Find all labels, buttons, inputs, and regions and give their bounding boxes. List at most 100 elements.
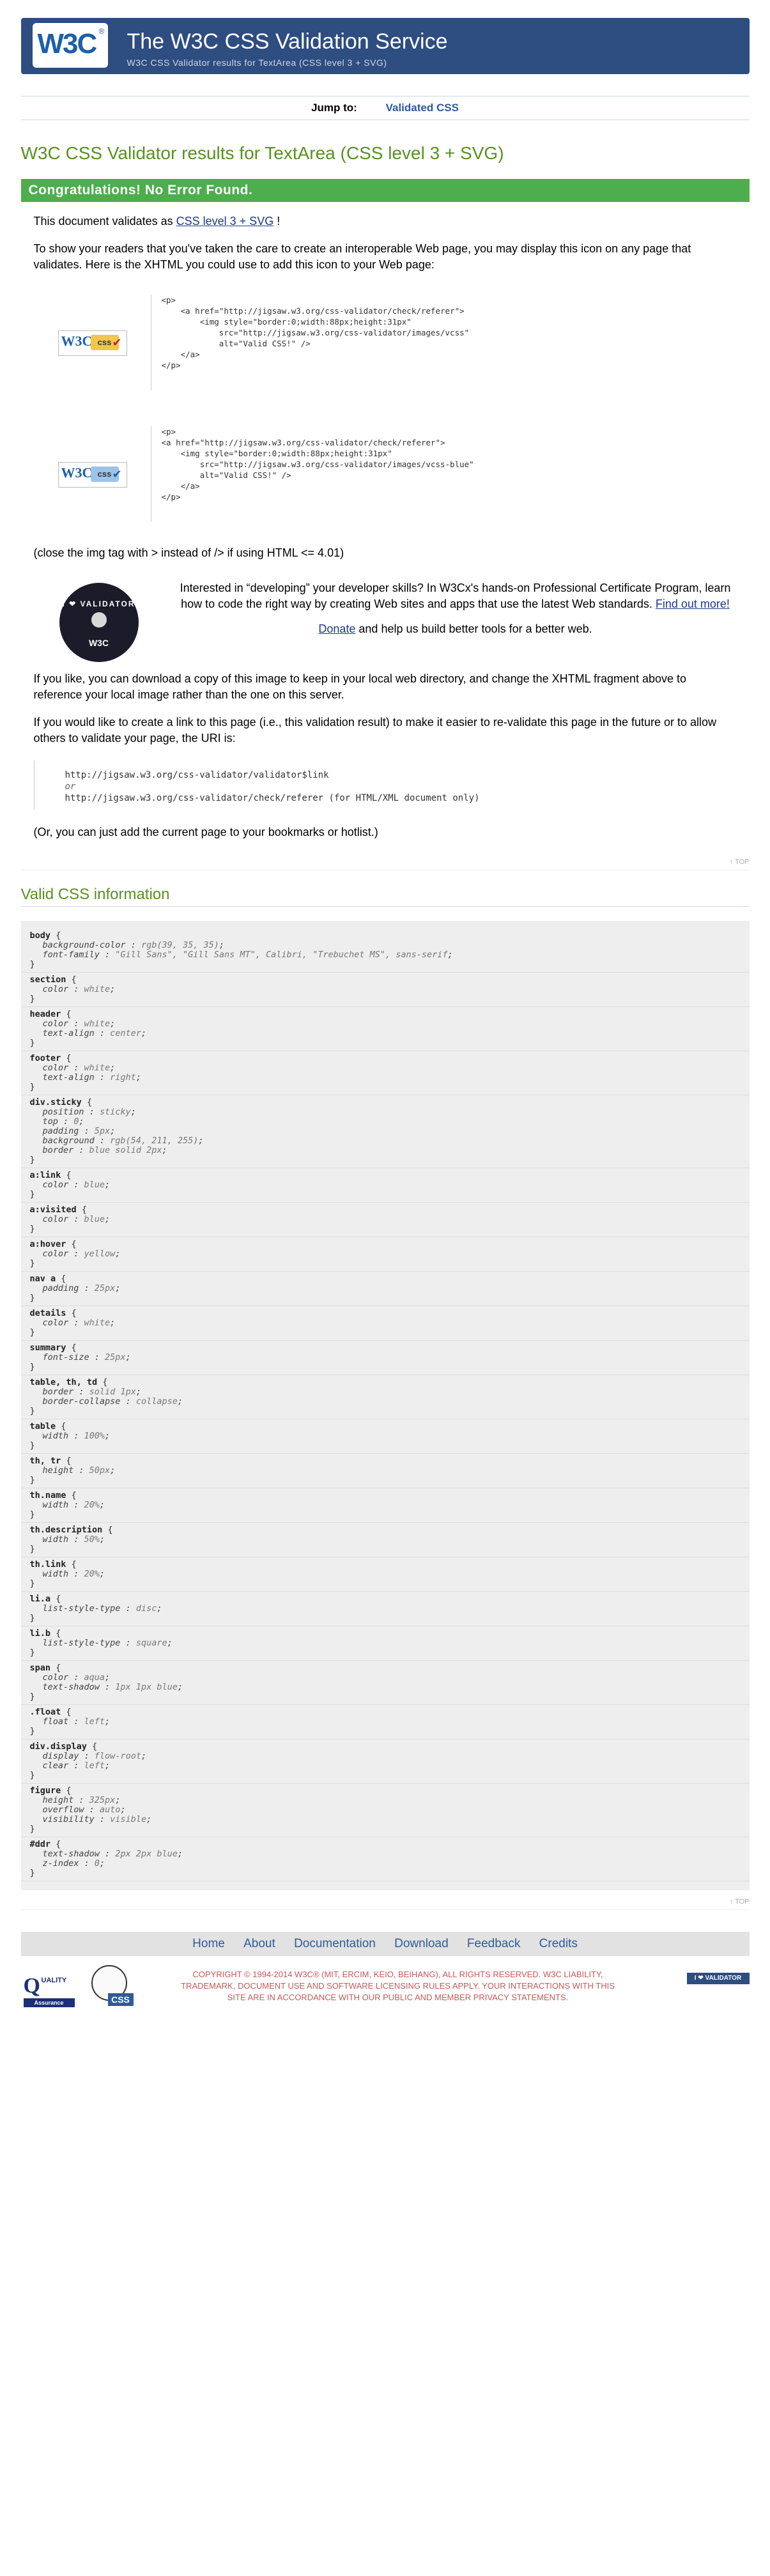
css-property: color xyxy=(42,1180,69,1190)
promo-body: Interested in “developing” your develope… xyxy=(180,582,731,610)
validates-pre: This document validates as xyxy=(33,215,176,228)
css-rule: .float {float : left;} xyxy=(20,1705,750,1739)
badge-example-gold: W3C css ✔ <p> <a href="http://jigsaw.w3.… xyxy=(34,295,750,390)
css-selector: section xyxy=(29,975,66,985)
css-declaration: width : 20%; xyxy=(42,1569,105,1579)
css-selector: #ddr xyxy=(29,1839,51,1849)
css-value: visible xyxy=(110,1814,147,1824)
css-rule: details {color : white;} xyxy=(20,1306,750,1341)
css-property: text-align xyxy=(42,1072,95,1083)
css-value: 50px xyxy=(89,1465,111,1476)
css-declaration: top : 0; xyxy=(42,1116,84,1127)
w3c-logo[interactable]: W3C ® xyxy=(32,23,108,68)
css-declaration: padding : 25px; xyxy=(42,1283,121,1293)
css-value: rgb(54, 211, 255) xyxy=(110,1136,199,1146)
uri-validator[interactable]: http://jigsaw.w3.org/css-validator/valid… xyxy=(65,769,737,781)
css-selector: th, tr xyxy=(29,1456,61,1466)
css-value: left xyxy=(84,1761,105,1771)
jump-bar: Jump to: Validated CSS xyxy=(20,96,750,120)
css-value: auto xyxy=(99,1805,121,1815)
css-declaration: font-family : "Gill Sans", "Gill Sans MT… xyxy=(42,950,453,960)
validator-badge-bottom: W3C xyxy=(88,638,109,648)
css-rule: summary {font-size : 25px;} xyxy=(20,1341,750,1375)
valid-css-badge-blue[interactable]: W3C css ✔ xyxy=(58,462,127,488)
css-value: solid 1px xyxy=(89,1387,136,1397)
css-declaration: position : sticky; xyxy=(42,1107,136,1117)
css-declaration: color : aqua; xyxy=(42,1672,111,1683)
css-declaration: width : 100%; xyxy=(42,1431,111,1441)
promo-section: I ❤ VALIDATOR W3C Interested in “develop… xyxy=(21,575,750,671)
show-readers-text: To show your readers that you've taken t… xyxy=(33,242,691,271)
uri-box: http://jigsaw.w3.org/css-validator/valid… xyxy=(33,760,737,810)
bookmark-text: (Or, you can just add the current page t… xyxy=(33,826,378,838)
css-property: text-shadow xyxy=(42,1849,100,1859)
css-property: color xyxy=(42,984,69,994)
css-selector: li.a xyxy=(29,1594,51,1604)
find-out-more-link[interactable]: Find out more! xyxy=(656,598,730,610)
footer-link-download[interactable]: Download xyxy=(394,1937,449,1950)
qa-text: UALITY xyxy=(41,1977,67,1984)
css-declaration: background-color : rgb(39, 35, 35); xyxy=(42,940,225,950)
css-property: border xyxy=(42,1387,74,1397)
css-selector: table, th, td xyxy=(29,1377,98,1387)
css-property: height xyxy=(42,1465,74,1476)
css-level-link[interactable]: CSS level 3 + SVG xyxy=(176,215,274,228)
css-declaration: width : 20%; xyxy=(42,1500,105,1510)
footer-link-credits[interactable]: Credits xyxy=(539,1937,578,1950)
validator-badge-small[interactable]: I ❤ VALIDATOR xyxy=(686,1973,750,1984)
valid-css-badge-gold[interactable]: W3C css ✔ xyxy=(58,330,127,356)
uri-referer[interactable]: http://jigsaw.w3.org/css-validator/check… xyxy=(65,792,737,804)
css-value: 0 xyxy=(94,1858,100,1869)
css-declaration: color : blue; xyxy=(42,1214,111,1224)
donate-text: and help us build better tools for a bet… xyxy=(355,622,592,635)
css-selector: th.name xyxy=(29,1490,66,1500)
page-subtitle: W3C CSS Validator results for TextArea (… xyxy=(127,58,387,68)
css-selector: summary xyxy=(29,1343,66,1353)
css-property: font-family xyxy=(42,950,100,960)
css-property: float xyxy=(42,1716,69,1727)
quality-assurance-logo[interactable]: Q UALITY Assurance xyxy=(21,1970,79,2010)
css-value: yellow xyxy=(84,1249,116,1259)
css-mascot-logo[interactable]: CSS xyxy=(82,1964,140,2010)
css-property: list-style-type xyxy=(42,1603,121,1614)
css-rule: th.name {width : 20%;} xyxy=(20,1488,750,1523)
css-rule: th.description {width : 50%;} xyxy=(20,1523,750,1557)
top-link[interactable]: ↑ TOP xyxy=(20,858,750,870)
css-declaration: list-style-type : disc; xyxy=(42,1603,162,1614)
jump-label: Jump to: xyxy=(311,102,357,114)
footer-link-feedback[interactable]: Feedback xyxy=(467,1937,520,1950)
css-rule: table, th, td {border : solid 1px; border… xyxy=(20,1375,750,1419)
css-declaration: color : yellow; xyxy=(42,1249,121,1259)
css-property: background xyxy=(42,1136,95,1146)
css-declaration: border : blue solid 2px; xyxy=(42,1145,167,1155)
css-rule: a:hover {color : yellow;} xyxy=(20,1237,750,1272)
css-declaration: font-size : 25px; xyxy=(42,1352,131,1362)
top-link[interactable]: ↑ TOP xyxy=(20,1898,750,1910)
css-property: text-shadow xyxy=(42,1682,100,1692)
css-selector: th.description xyxy=(29,1525,103,1535)
check-icon: ✔ xyxy=(112,468,122,481)
css-value: white xyxy=(84,984,111,994)
css-value: 25px xyxy=(94,1283,116,1293)
css-value: flow-root xyxy=(94,1751,141,1761)
footer-link-documentation[interactable]: Documentation xyxy=(294,1937,376,1950)
footer-link-home[interactable]: Home xyxy=(192,1937,225,1950)
css-property: width xyxy=(42,1569,69,1579)
css-rules-list: body {background-color : rgb(39, 35, 35)… xyxy=(20,921,750,1890)
donate-link[interactable]: Donate xyxy=(318,622,355,635)
css-rule: section {color : white;} xyxy=(20,973,750,1007)
qa-bar: Assurance xyxy=(23,1998,75,2007)
css-rule: figure {height : 325px; overflow : auto; v… xyxy=(20,1784,750,1837)
css-selector: .float xyxy=(29,1707,61,1717)
qa-letter: Q xyxy=(23,1974,40,1998)
jump-link-validated-css[interactable]: Validated CSS xyxy=(386,102,459,114)
footer-link-about[interactable]: About xyxy=(243,1937,275,1950)
css-selector: li.b xyxy=(29,1628,51,1639)
css-property: visibility xyxy=(42,1814,95,1824)
css-value: blue xyxy=(84,1214,105,1224)
css-selector: div.sticky xyxy=(29,1097,82,1107)
validator-badge-image[interactable]: I ❤ VALIDATOR W3C xyxy=(59,583,139,662)
css-property: border-collapse xyxy=(42,1396,121,1407)
css-selector: a:visited xyxy=(29,1205,77,1215)
download-copy-text: If you like, you can download a copy of … xyxy=(33,672,687,701)
